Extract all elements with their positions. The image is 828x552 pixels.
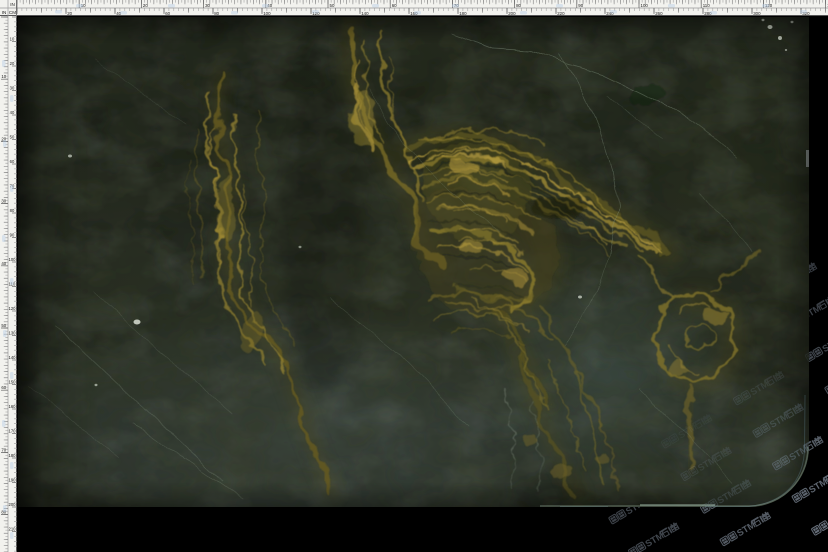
svg-text:60: 60 <box>165 11 170 16</box>
svg-text:160: 160 <box>9 404 17 409</box>
svg-text:100: 100 <box>263 11 271 16</box>
svg-text:IN: IN <box>10 2 15 7</box>
svg-text:50: 50 <box>330 3 335 8</box>
svg-text:10: 10 <box>10 37 15 42</box>
svg-text:10: 10 <box>1 74 6 79</box>
svg-text:190: 190 <box>9 478 17 483</box>
svg-text:220: 220 <box>557 11 565 16</box>
svg-text:130: 130 <box>9 331 17 336</box>
svg-text:20: 20 <box>143 3 148 8</box>
svg-text:300: 300 <box>753 11 761 16</box>
svg-text:IN: IN <box>2 10 7 15</box>
svg-text:170: 170 <box>9 429 17 434</box>
svg-text:20: 20 <box>10 61 15 66</box>
svg-text:80: 80 <box>214 11 219 16</box>
svg-text:100: 100 <box>9 257 17 262</box>
svg-text:110: 110 <box>703 3 711 8</box>
svg-text:80: 80 <box>10 208 15 213</box>
svg-text:50: 50 <box>1 323 6 328</box>
svg-text:30: 30 <box>205 3 210 8</box>
svg-text:CM: CM <box>9 10 16 15</box>
svg-text:70: 70 <box>1 447 6 452</box>
svg-text:90: 90 <box>10 233 15 238</box>
svg-text:150: 150 <box>9 380 17 385</box>
svg-text:140: 140 <box>361 11 369 16</box>
svg-text:30: 30 <box>1 199 6 204</box>
svg-text:210: 210 <box>9 527 17 532</box>
svg-text:80: 80 <box>516 3 521 8</box>
svg-text:20: 20 <box>67 11 72 16</box>
svg-text:90: 90 <box>578 3 583 8</box>
svg-text:60: 60 <box>10 159 15 164</box>
svg-text:200: 200 <box>9 502 17 507</box>
svg-text:30: 30 <box>10 86 15 91</box>
svg-text:140: 140 <box>9 355 17 360</box>
svg-text:60: 60 <box>1 385 6 390</box>
svg-text:40: 40 <box>10 110 15 115</box>
svg-text:180: 180 <box>9 453 17 458</box>
svg-text:50: 50 <box>10 135 15 140</box>
svg-text:40: 40 <box>1 261 6 266</box>
svg-text:100: 100 <box>641 3 649 8</box>
svg-text:260: 260 <box>655 11 663 16</box>
svg-text:180: 180 <box>459 11 467 16</box>
svg-text:200: 200 <box>508 11 516 16</box>
svg-text:60: 60 <box>392 3 397 8</box>
svg-text:120: 120 <box>9 306 17 311</box>
